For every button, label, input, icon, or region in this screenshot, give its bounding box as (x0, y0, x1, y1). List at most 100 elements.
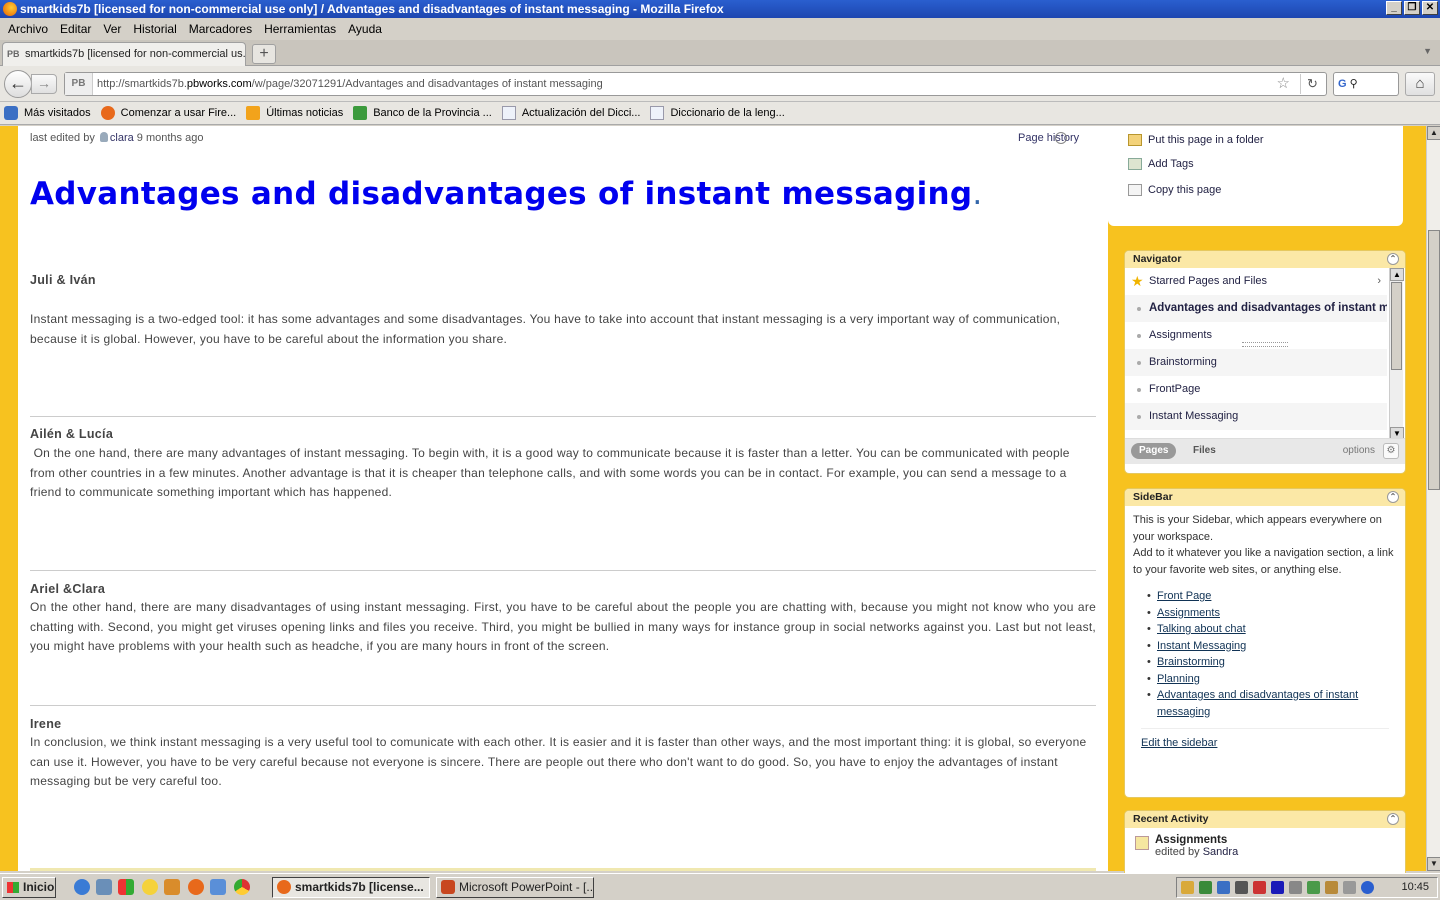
page-history-link[interactable]: Page history (1018, 132, 1079, 144)
gear-icon[interactable]: ⚙ (1383, 443, 1399, 459)
tab-list-chevron-icon[interactable]: ▼ (1423, 46, 1432, 56)
sidebar-link-front-page[interactable]: Front Page (1157, 590, 1211, 602)
tray-icon[interactable] (1235, 881, 1248, 894)
windows-logo-icon (7, 882, 19, 893)
nav-item-brainstorming[interactable]: Brainstorming (1125, 349, 1387, 376)
messenger-icon[interactable] (142, 879, 158, 895)
collapse-icon[interactable]: ⌃ (1387, 813, 1399, 825)
menu-historial[interactable]: Historial (129, 22, 184, 36)
bookmark-comenzar-firefox[interactable]: Comenzar a usar Fire... (100, 106, 236, 120)
url-bar[interactable]: PB http://smartkids7b.pbworks.com/w/page… (64, 72, 1327, 96)
windows-taskbar: Inicio smartkids7b [license... Microsoft… (0, 873, 1440, 900)
nav-item-advantages[interactable]: Advantages and disadvantages of instant … (1125, 295, 1387, 322)
bookmark-actualizacion-diccionario[interactable]: Actualización del Dicci... (501, 106, 640, 120)
navigator-options-link[interactable]: options (1343, 443, 1375, 459)
menu-ver[interactable]: Ver (99, 22, 129, 36)
resize-grip[interactable] (1242, 342, 1288, 347)
sidebar-link-planning[interactable]: Planning (1157, 673, 1200, 685)
site-identity-icon[interactable]: PB (65, 73, 93, 95)
starred-pages-item[interactable]: ★ Starred Pages and Files › (1125, 268, 1387, 295)
sidebar-intro: This is your Sidebar, which appears ever… (1133, 514, 1394, 576)
page-icon (501, 106, 516, 120)
bookmark-banco-provincia[interactable]: Banco de la Provincia ... (353, 106, 492, 120)
bookmark-ultimas-noticias[interactable]: Últimas noticias (246, 106, 343, 120)
collapse-icon[interactable]: ⌃ (1387, 253, 1399, 265)
star-icon: ★ (1131, 273, 1144, 289)
scroll-up-icon[interactable]: ▲ (1390, 268, 1404, 281)
network-icon[interactable] (96, 879, 112, 895)
tab-pages[interactable]: Pages (1131, 443, 1177, 459)
menu-ayuda[interactable]: Ayuda (344, 22, 390, 36)
tray-icon[interactable] (1307, 881, 1320, 894)
window-controls: _ ❐ ✕ (1386, 1, 1438, 15)
desktop-icon[interactable] (118, 879, 134, 895)
tray-icon[interactable] (1217, 881, 1230, 894)
close-button[interactable]: ✕ (1422, 1, 1438, 15)
nav-item-instant-messaging[interactable]: Instant Messaging (1125, 403, 1387, 430)
media-player-icon[interactable] (1271, 881, 1284, 894)
last-editor-link[interactable]: clara (110, 132, 134, 144)
tab-files[interactable]: Files (1185, 443, 1224, 459)
search-box[interactable]: G ⚲ (1333, 72, 1399, 96)
tray-icon[interactable] (1361, 881, 1374, 894)
scroll-thumb[interactable] (1391, 282, 1402, 370)
sidebar-link-instant-messaging[interactable]: Instant Messaging (1157, 640, 1246, 652)
collapse-icon[interactable]: ⌃ (1387, 491, 1399, 503)
navigator-scrollbar[interactable]: ▲ ▼ (1389, 268, 1404, 440)
scroll-down-icon[interactable]: ▼ (1427, 857, 1440, 871)
tray-icon[interactable] (1325, 881, 1338, 894)
bookmark-mas-visitados[interactable]: Más visitados (4, 106, 91, 120)
taskbar-firefox-window[interactable]: smartkids7b [license... (272, 877, 430, 898)
sidebar-link-assignments[interactable]: Assignments (1157, 607, 1220, 619)
google-icon[interactable]: G (1338, 78, 1347, 90)
bookmark-diccionario-lengua[interactable]: Diccionario de la leng... (650, 106, 785, 120)
maximize-button[interactable]: ❐ (1404, 1, 1420, 15)
tab-smartkids7b[interactable]: PB smartkids7b [licensed for non-commerc… (2, 42, 246, 66)
navigator-tabs: Pages Files options ⚙ (1125, 438, 1405, 464)
activity-user-link[interactable]: Sandra (1203, 846, 1238, 858)
page-icon (650, 106, 665, 120)
back-button[interactable]: ← (4, 70, 32, 98)
tray-icon[interactable] (1199, 881, 1212, 894)
reload-icon[interactable]: ↻ (1300, 74, 1324, 94)
menu-herramientas[interactable]: Herramientas (260, 22, 344, 36)
activity-page-link[interactable]: Assignments (1155, 834, 1397, 846)
list-item: Instant Messaging (1147, 638, 1397, 655)
program-icon[interactable] (164, 879, 180, 895)
sidebar-links: Front Page Assignments Talking about cha… (1125, 578, 1405, 720)
minimize-button[interactable]: _ (1386, 1, 1402, 15)
add-tags-link[interactable]: Add Tags (1128, 158, 1194, 170)
menu-archivo[interactable]: Archivo (4, 22, 56, 36)
scroll-up-icon[interactable]: ▲ (1427, 126, 1440, 140)
taskbar-powerpoint-window[interactable]: Microsoft PowerPoint - [... (436, 877, 594, 898)
menu-marcadores[interactable]: Marcadores (185, 22, 260, 36)
bullet-icon (1137, 415, 1141, 419)
tray-icon[interactable] (1289, 881, 1302, 894)
tray-icon[interactable] (1343, 881, 1356, 894)
navigation-toolbar: ← → PB http://smartkids7b.pbworks.com/w/… (0, 66, 1440, 102)
copy-page-link[interactable]: Copy this page (1128, 184, 1221, 196)
sidebar-link-advantages[interactable]: Advantages and disadvantages of instant … (1157, 689, 1358, 718)
menu-editar[interactable]: Editar (56, 22, 99, 36)
bookmark-star-icon[interactable]: ☆ (1277, 73, 1290, 95)
sidebar-link-brainstorming[interactable]: Brainstorming (1157, 656, 1225, 668)
url-text[interactable]: http://smartkids7b.pbworks.com/w/page/32… (97, 73, 603, 95)
nav-item-frontpage[interactable]: FrontPage (1125, 376, 1387, 403)
page-scrollbar[interactable]: ▲ ▼ (1426, 126, 1440, 871)
home-button[interactable]: ⌂ (1405, 72, 1435, 96)
put-in-folder-link[interactable]: Put this page in a folder (1128, 134, 1264, 146)
sidebar-link-talking-about-chat[interactable]: Talking about chat (1157, 623, 1246, 635)
edit-sidebar-link[interactable]: Edit the sidebar (1141, 737, 1217, 749)
internet-explorer-icon[interactable] (74, 879, 90, 895)
chrome-icon[interactable] (234, 879, 250, 895)
tray-icon[interactable] (1181, 881, 1194, 894)
firefox-icon[interactable] (188, 879, 204, 895)
start-button[interactable]: Inicio (2, 877, 56, 898)
new-tab-button[interactable]: + (252, 44, 276, 64)
scroll-thumb[interactable] (1428, 230, 1440, 490)
search-magnifier-icon[interactable]: ⚲ (1350, 78, 1358, 90)
program-icon[interactable] (210, 879, 226, 895)
section-text: On the other hand, there are many disadv… (30, 600, 1096, 653)
forward-button[interactable]: → (31, 74, 57, 94)
tray-icon[interactable] (1253, 881, 1266, 894)
